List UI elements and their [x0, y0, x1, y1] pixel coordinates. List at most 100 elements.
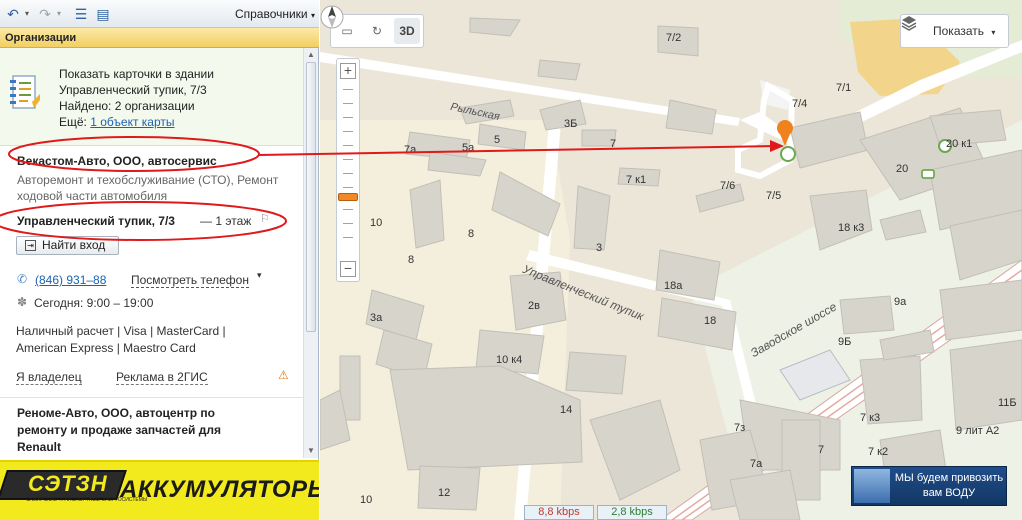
forward-arrow-icon[interactable]: ↷: [38, 5, 52, 23]
org2-name-line2[interactable]: ремонту и продаже запчастей для: [17, 423, 221, 437]
building-label[interactable]: 3а: [370, 312, 382, 324]
building-label[interactable]: 3: [596, 242, 602, 254]
zoom-tick: [343, 89, 353, 90]
building-label[interactable]: 5: [494, 134, 500, 146]
card-view-icon[interactable]: ▤: [94, 5, 112, 23]
back-arrow-icon[interactable]: ↶: [6, 5, 20, 23]
map-canvas: [320, 0, 1022, 520]
building-label[interactable]: 9Б: [838, 336, 851, 348]
zoom-tick: [343, 103, 353, 104]
building-label[interactable]: 8: [468, 228, 474, 240]
zoom-control[interactable]: + −: [336, 58, 360, 282]
zoom-tick: [343, 159, 353, 160]
3d-toggle-button[interactable]: 3D: [394, 18, 420, 44]
payment-methods-1: Наличный расчет | Visa | MasterCard |: [16, 324, 226, 338]
zoom-tick: [343, 145, 353, 146]
org-rubric-1: Авторемонт и техобслуживание (СТО), Ремо…: [17, 173, 279, 187]
rotate-icon[interactable]: ↻: [364, 18, 390, 44]
banner-text: АККУМУЛЯТОРЫ: [120, 476, 319, 503]
flag-icon[interactable]: ⚐: [260, 212, 270, 225]
org-address-link[interactable]: Управленческий тупик, 7/3: [17, 214, 175, 228]
app-window: ↶ ▾ ↷ ▾ ☰ ▤ Справочники ▾ Организации По…: [0, 0, 1022, 520]
building-label[interactable]: 14: [560, 404, 572, 416]
zoom-out-button[interactable]: −: [340, 261, 356, 277]
more-label: Ещё:: [59, 115, 87, 129]
building-label[interactable]: 10: [360, 494, 372, 506]
building-label[interactable]: 7 к2: [868, 446, 888, 458]
directory-label: Справочники: [234, 7, 308, 21]
download-speed: 8,8 kbps: [524, 505, 594, 520]
building-label[interactable]: 8: [408, 254, 414, 266]
building-label[interactable]: 7 к1: [626, 174, 646, 186]
building-label[interactable]: 7з: [734, 422, 745, 434]
scroll-down-icon[interactable]: ▼: [307, 446, 315, 455]
list-view-icon[interactable]: ☰: [72, 5, 90, 23]
building-label[interactable]: 9а: [894, 296, 906, 308]
phone-link[interactable]: (846) 931–88: [35, 273, 106, 287]
zoom-slider-handle[interactable]: [338, 193, 358, 201]
compass-icon[interactable]: [320, 0, 344, 34]
left-panel: ↶ ▾ ↷ ▾ ☰ ▤ Справочники ▾ Организации По…: [0, 0, 319, 520]
water-ad-line2: вам ВОДУ: [922, 487, 976, 499]
scrollbar[interactable]: ▲ ▼: [303, 48, 318, 458]
toolbar: ↶ ▾ ↷ ▾ ☰ ▤ Справочники ▾: [0, 0, 319, 28]
building-label[interactable]: 12: [438, 487, 450, 499]
find-entrance-button[interactable]: ⇥ Найти вход: [16, 236, 119, 255]
scroll-up-icon[interactable]: ▲: [307, 50, 315, 59]
building-label[interactable]: 7/5: [766, 190, 781, 202]
scroll-thumb[interactable]: [306, 62, 316, 332]
building-label[interactable]: 7а: [750, 458, 762, 470]
building-label[interactable]: 7 к3: [860, 412, 880, 424]
directory-menu[interactable]: Справочники ▾: [235, 7, 315, 21]
building-label[interactable]: 20: [896, 163, 908, 175]
building-label[interactable]: 7: [818, 444, 824, 456]
building-label[interactable]: 20 к1: [946, 138, 972, 150]
zoom-tick: [343, 223, 353, 224]
building-label[interactable]: 10 к4: [496, 354, 522, 366]
building-label[interactable]: 3Б: [564, 118, 577, 130]
map-view[interactable]: 7/2 7/1 7/4 Рыльская 3Б 7 7а 5а 5 20 к1 …: [320, 0, 1022, 520]
show-layers-button[interactable]: Показать ▾: [900, 14, 1009, 48]
building-label[interactable]: 10: [370, 217, 382, 229]
building-label[interactable]: 2в: [528, 300, 540, 312]
building-label[interactable]: 7а: [404, 144, 416, 156]
upload-speed: 2,8 kbps: [597, 505, 667, 520]
ad-banner[interactable]: СЭТЗН САМАРСКИЕ ТРАНСПОРТНЫЕ ЭНЕРГОСИСТЕ…: [0, 460, 319, 520]
advertise-link[interactable]: Реклама в 2ГИС: [116, 370, 208, 385]
building-label[interactable]: 7/1: [836, 82, 851, 94]
building-label[interactable]: 7: [610, 138, 616, 150]
found-count: Найдено: 2 организации: [59, 99, 195, 113]
map-controls: ▭ ↻ 3D: [330, 14, 424, 48]
building-label[interactable]: 7/2: [666, 32, 681, 44]
forward-dropdown-icon[interactable]: ▾: [54, 5, 64, 23]
building-label[interactable]: 9 лит А2: [956, 425, 999, 437]
chevron-down-icon[interactable]: ▾: [257, 270, 262, 281]
more-row: Ещё: 1 объект карты: [59, 115, 175, 129]
org2-name-line3[interactable]: Renault: [17, 440, 61, 454]
building-label[interactable]: 18 к3: [838, 222, 864, 234]
clock-icon: ✽: [17, 295, 28, 309]
water-ad-banner[interactable]: МЫ будем привозить вам ВОДУ: [851, 466, 1007, 506]
zoom-tick: [343, 117, 353, 118]
view-phone-link[interactable]: Посмотреть телефон: [131, 273, 249, 288]
phone-icon: ✆: [17, 272, 28, 286]
map-object-link[interactable]: 1 объект карты: [90, 115, 174, 129]
building-label[interactable]: 18: [704, 315, 716, 327]
warning-icon[interactable]: ⚠: [278, 368, 289, 382]
show-cards-link[interactable]: Показать карточки в здании: [59, 67, 214, 81]
water-bottle-image: [854, 469, 890, 503]
back-dropdown-icon[interactable]: ▾: [22, 5, 32, 23]
building-label[interactable]: 7/6: [720, 180, 735, 192]
building-label[interactable]: 7/4: [792, 98, 807, 110]
results-list: Показать карточки в здании Управленчески…: [0, 48, 303, 458]
org-name-link[interactable]: Векастом-Авто, ООО, автосервис: [17, 154, 217, 168]
org-rubric-2: ходовой части автомобиля: [17, 189, 168, 203]
owner-link[interactable]: Я владелец: [16, 370, 82, 385]
building-address: Управленческий тупик, 7/3: [59, 83, 207, 97]
org2-name-line1[interactable]: Реноме-Авто, ООО, автоцентр по: [17, 406, 215, 420]
building-label[interactable]: 18а: [664, 280, 682, 292]
building-label[interactable]: 11Б: [998, 397, 1017, 409]
zoom-in-button[interactable]: +: [340, 63, 356, 79]
building-label[interactable]: 5а: [462, 142, 474, 154]
section-header: Организации: [0, 28, 319, 48]
